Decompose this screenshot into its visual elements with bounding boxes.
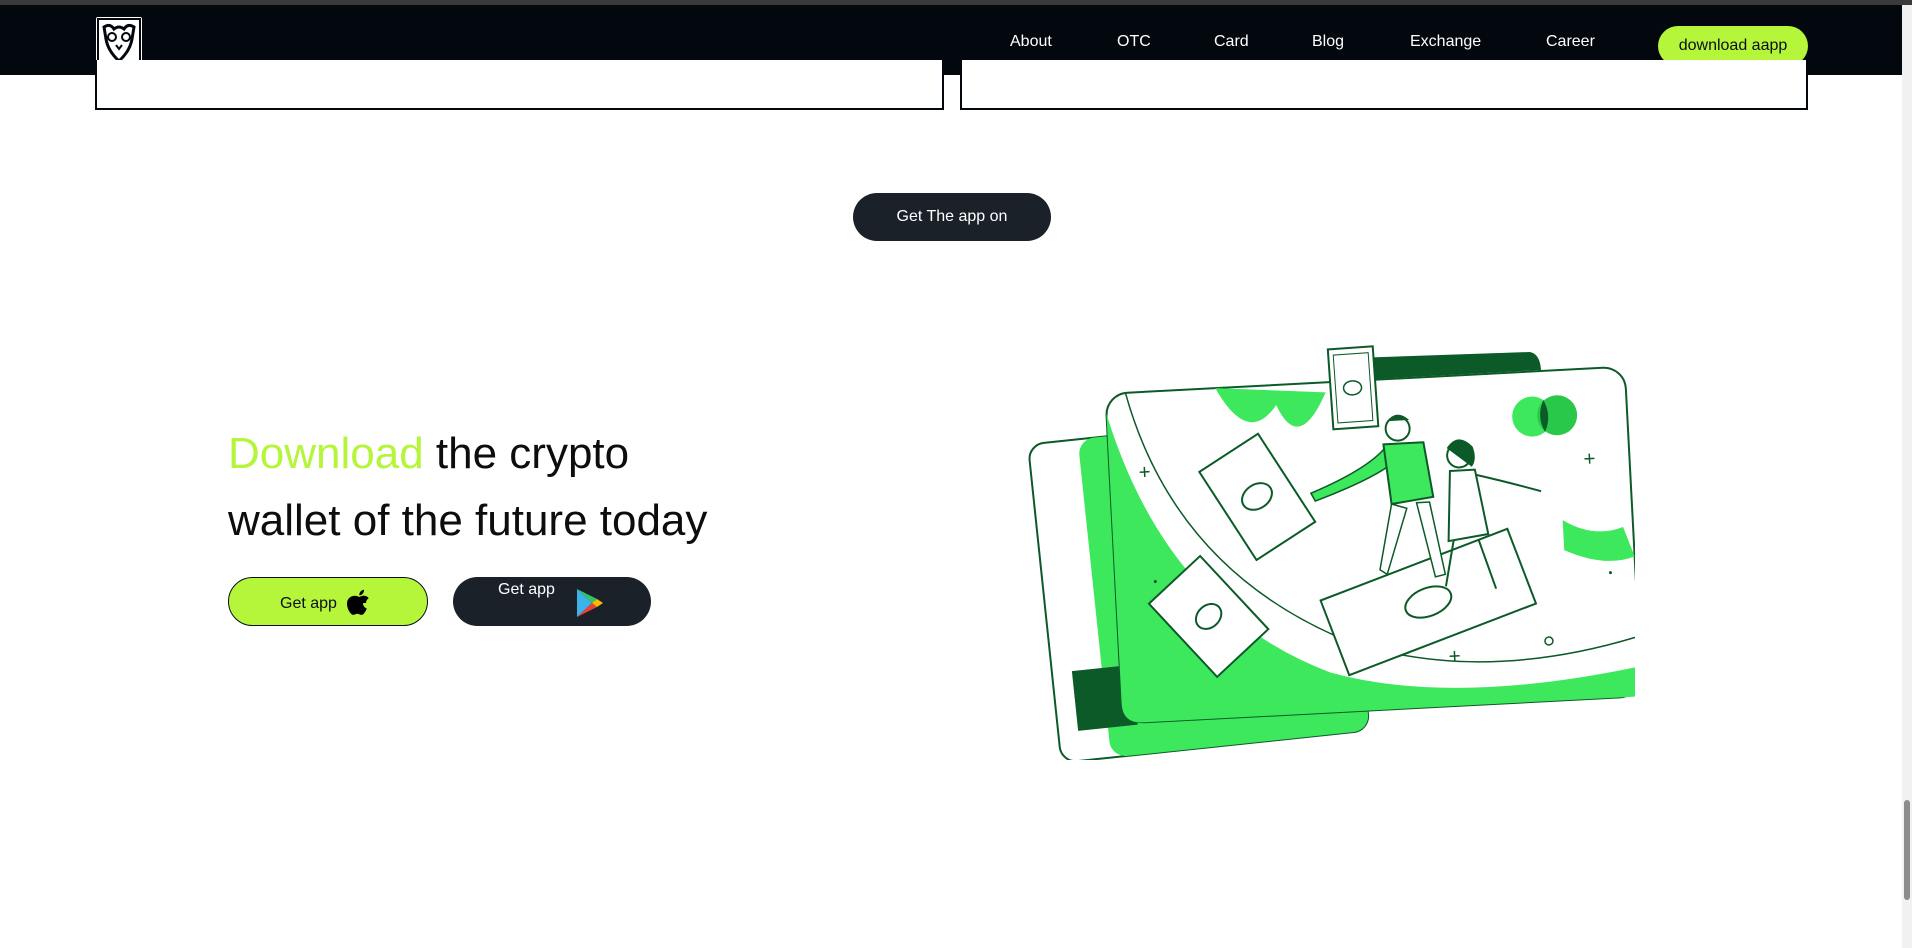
nav-link-exchange[interactable]: Exchange: [1410, 33, 1481, 51]
nav-link-blog[interactable]: Blog: [1312, 33, 1344, 51]
apple-icon: [345, 586, 371, 618]
headline-line2: wallet of the future today: [228, 496, 708, 545]
get-app-apple-button[interactable]: Get app: [228, 577, 428, 626]
feature-card-left: [95, 60, 944, 110]
nav-link-otc[interactable]: OTC: [1117, 33, 1151, 51]
google-play-icon: [575, 587, 605, 619]
nav-link-card[interactable]: Card: [1214, 33, 1249, 51]
google-button-label: Get app: [498, 581, 555, 598]
get-app-google-play-button[interactable]: Get app: [453, 577, 651, 626]
apple-button-label: Get app: [280, 595, 337, 612]
headline-line1-rest: the crypto: [423, 429, 630, 478]
nav-link-about[interactable]: About: [1010, 33, 1052, 51]
headline-accent-word: Download: [228, 429, 424, 478]
get-the-app-pill[interactable]: Get The app on: [853, 193, 1051, 241]
nav-link-career[interactable]: Career: [1546, 33, 1595, 51]
hero-headline: Download the crypto wallet of the future …: [228, 420, 828, 554]
feature-card-right: [960, 60, 1808, 110]
scrollbar-thumb[interactable]: [1904, 800, 1910, 900]
crypto-card-illustration: [1025, 340, 1642, 763]
